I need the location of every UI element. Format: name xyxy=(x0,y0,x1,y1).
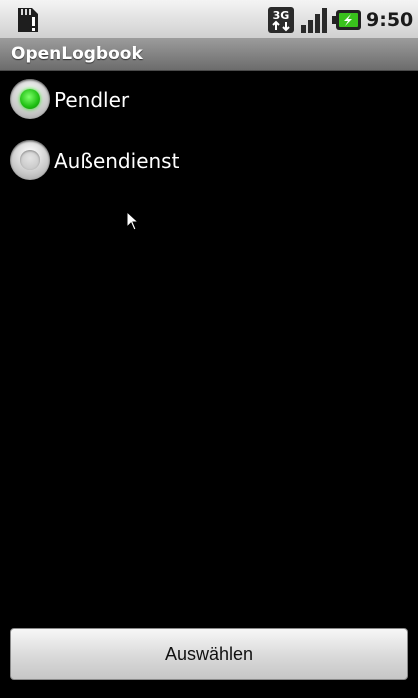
select-button[interactable]: Auswählen xyxy=(10,628,408,680)
network-label: 3G xyxy=(273,9,290,22)
radio-option-pendler[interactable]: Pendler xyxy=(0,72,418,128)
option-label-pendler: Pendler xyxy=(54,88,130,112)
radio-button-aussendienst[interactable] xyxy=(10,140,50,180)
app-title: OpenLogbook xyxy=(11,44,143,64)
radio-checked-indicator xyxy=(20,89,40,109)
title-bar: OpenLogbook xyxy=(0,38,418,71)
status-bar: 3G 9:50 xyxy=(0,0,418,39)
mouse-pointer-icon xyxy=(126,211,140,231)
network-3g-icon: 3G xyxy=(268,7,294,33)
sd-card-icon xyxy=(18,8,38,32)
radio-unchecked-indicator xyxy=(20,150,40,170)
option-label-aussendienst: Außendienst xyxy=(54,149,180,173)
status-clock: 9:50 xyxy=(366,9,414,31)
battery-charging-icon xyxy=(332,10,361,30)
signal-icon xyxy=(301,8,327,33)
radio-option-aussendienst[interactable]: Außendienst xyxy=(0,133,418,189)
radio-button-pendler[interactable] xyxy=(10,79,50,119)
